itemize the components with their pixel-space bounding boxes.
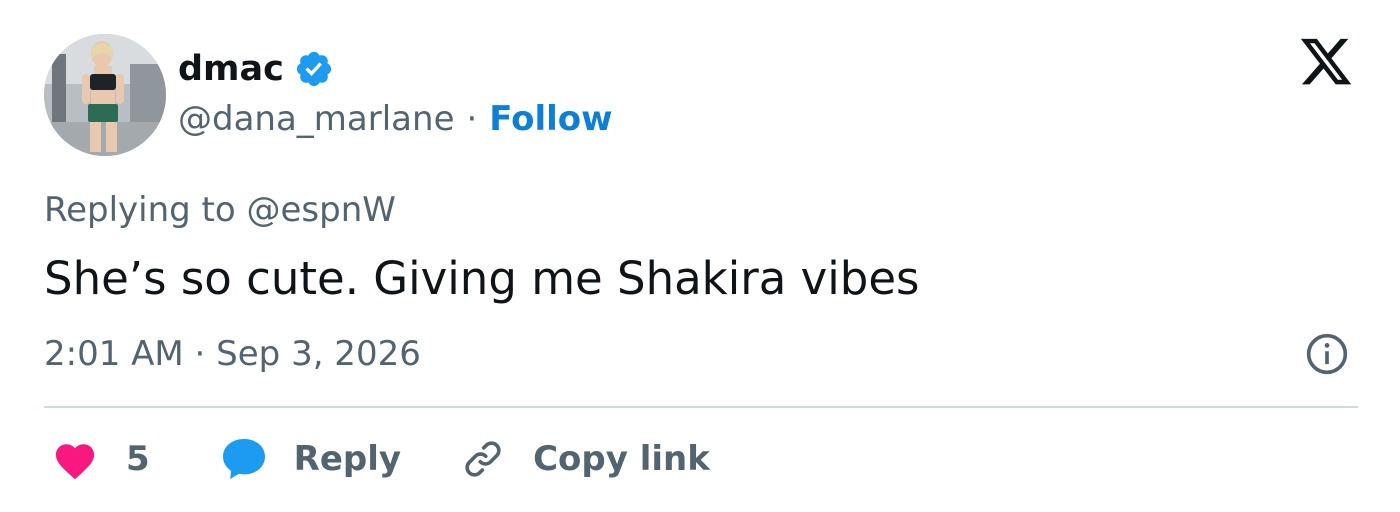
separator-dot: · [466, 99, 478, 139]
like-button[interactable]: 5 [52, 438, 150, 480]
info-icon[interactable] [1305, 332, 1349, 376]
author-handle-row: @dana_marlane · Follow [178, 96, 613, 142]
speech-bubble-icon [222, 439, 265, 479]
copy-link-button[interactable]: Copy link [461, 437, 710, 481]
tweet-card: dmac @dana_marlane · Follow Replying to … [0, 0, 1400, 512]
avatar-photo [44, 34, 166, 156]
author-handle[interactable]: @dana_marlane [178, 99, 454, 139]
reply-button[interactable]: Reply [220, 436, 401, 482]
x-logo-icon[interactable] [1298, 38, 1354, 90]
tweet-timestamp[interactable]: 2:01 AM · Sep 3, 2026 [44, 334, 421, 374]
replying-mention-link[interactable]: @espnW [247, 190, 396, 230]
avatar[interactable] [44, 34, 166, 156]
verified-badge-icon [296, 51, 331, 87]
replying-to: Replying to @espnW [44, 190, 396, 230]
reply-label: Reply [293, 439, 402, 479]
action-bar: 5 Reply Copy link [52, 432, 710, 486]
author-display-name[interactable]: dmac [178, 46, 284, 92]
author-name-row: dmac [178, 46, 334, 92]
divider [44, 406, 1358, 408]
tweet-text: She’s so cute. Giving me Shakira vibes [44, 252, 920, 305]
link-icon [465, 441, 501, 477]
copy-link-label: Copy link [533, 439, 710, 479]
like-count: 5 [126, 439, 150, 479]
follow-button[interactable]: Follow [489, 99, 612, 139]
heart-icon [55, 444, 95, 480]
replying-prefix: Replying to [44, 190, 236, 230]
